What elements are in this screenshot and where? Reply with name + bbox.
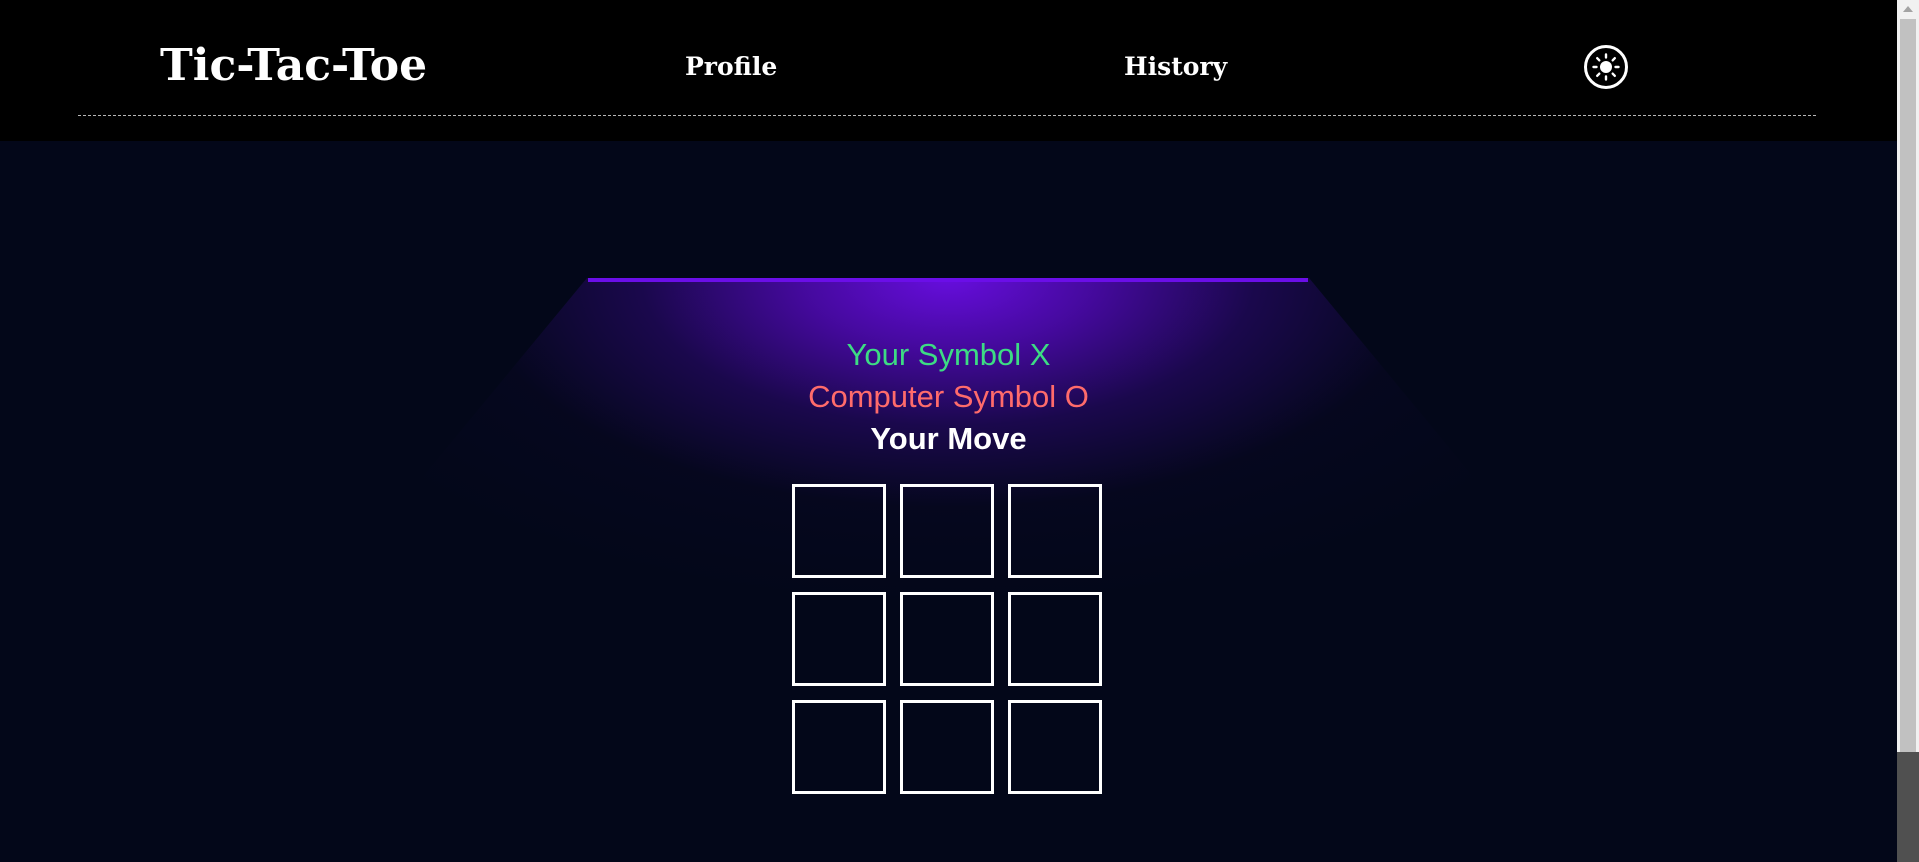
sun-icon <box>1592 53 1620 81</box>
game-board <box>792 484 1106 798</box>
board-cell-2[interactable] <box>900 484 994 578</box>
scroll-thumb[interactable] <box>1900 19 1916 752</box>
vertical-scrollbar[interactable] <box>1897 0 1919 862</box>
board-cell-5[interactable] <box>900 592 994 686</box>
scroll-track[interactable] <box>1897 752 1919 862</box>
logo[interactable]: Tic-Tac-Toe <box>160 40 427 91</box>
computer-symbol-label: Computer Symbol O <box>808 379 1089 414</box>
page: Tic-Tac-Toe Profile History Your Symbol … <box>0 0 1897 862</box>
nav-profile-link[interactable]: Profile <box>685 52 777 81</box>
board-cell-3[interactable] <box>1008 484 1102 578</box>
turn-indicator: Your Move <box>870 421 1027 456</box>
board-cell-9[interactable] <box>1008 700 1102 794</box>
chevron-up-icon <box>1903 6 1913 12</box>
spotlight-bar <box>588 278 1308 282</box>
nav-history-link[interactable]: History <box>1124 52 1227 81</box>
scroll-up-button[interactable] <box>1897 0 1919 18</box>
theme-toggle-button[interactable] <box>1584 45 1628 89</box>
board-cell-4[interactable] <box>792 592 886 686</box>
board-cell-8[interactable] <box>900 700 994 794</box>
header: Tic-Tac-Toe Profile History <box>0 0 1897 141</box>
header-divider <box>78 115 1816 116</box>
player-symbol-label: Your Symbol X <box>846 337 1051 372</box>
board-cell-7[interactable] <box>792 700 886 794</box>
board-cell-1[interactable] <box>792 484 886 578</box>
board-cell-6[interactable] <box>1008 592 1102 686</box>
